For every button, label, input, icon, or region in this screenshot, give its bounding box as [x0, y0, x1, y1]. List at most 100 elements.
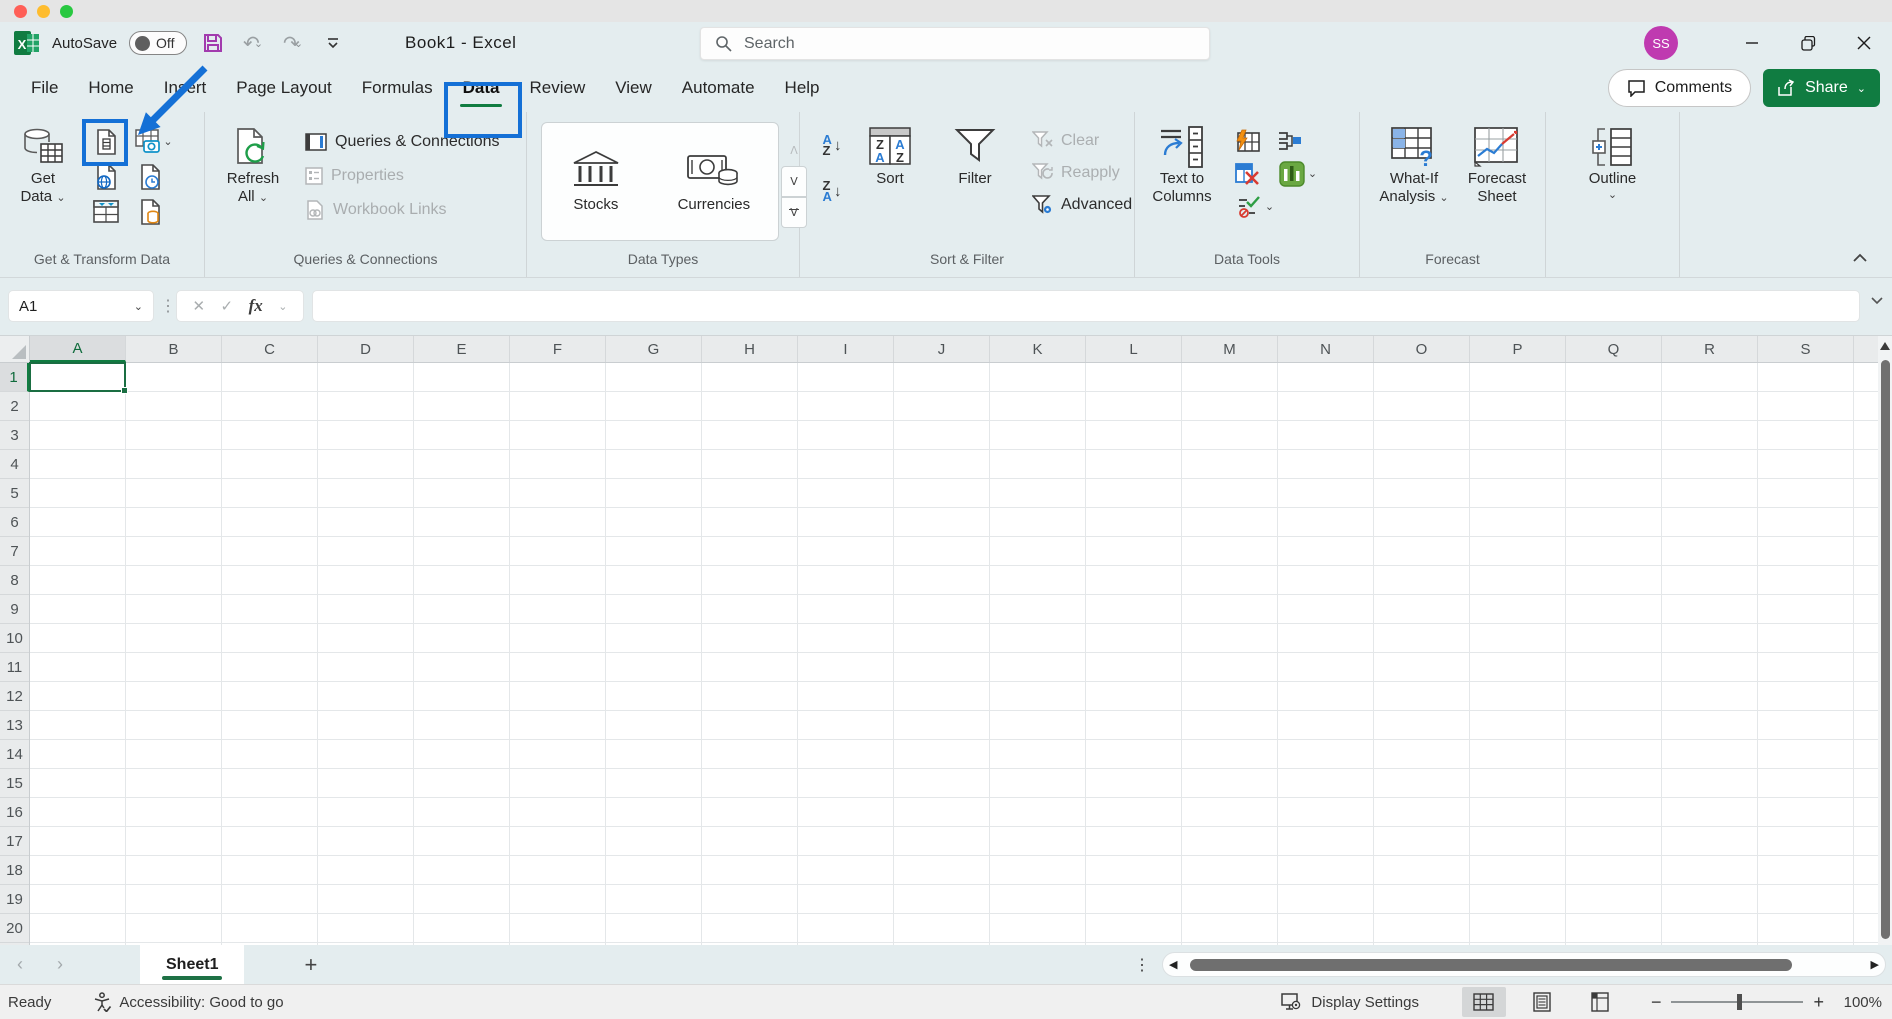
advanced-filter-button[interactable]: Advanced	[1032, 190, 1132, 220]
avatar[interactable]: SS	[1644, 26, 1678, 60]
customize-toolbar-button[interactable]	[319, 29, 347, 57]
filter-button[interactable]: Filter	[944, 124, 1006, 251]
existing-connections-button[interactable]	[134, 196, 166, 228]
sort-ascending-button[interactable]: AZ↓	[814, 128, 850, 162]
row-header-13[interactable]: 13	[0, 711, 29, 740]
column-header-P[interactable]: P	[1470, 336, 1566, 362]
tab-page-layout[interactable]: Page Layout	[221, 64, 346, 112]
column-header-F[interactable]: F	[510, 336, 606, 362]
cancel-entry-button[interactable]: ✕	[192, 297, 205, 315]
column-header-R[interactable]: R	[1662, 336, 1758, 362]
column-header-C[interactable]: C	[222, 336, 318, 362]
row-header-6[interactable]: 6	[0, 508, 29, 537]
from-table-range-button[interactable]	[90, 196, 122, 228]
row-header-9[interactable]: 9	[0, 595, 29, 624]
row-header-5[interactable]: 5	[0, 479, 29, 508]
column-header-B[interactable]: B	[126, 336, 222, 362]
tab-home[interactable]: Home	[73, 64, 148, 112]
display-settings-button[interactable]: Display Settings	[1281, 993, 1419, 1011]
forecast-sheet-button[interactable]: Forecast Sheet	[1462, 124, 1532, 251]
mac-zoom-icon[interactable]	[60, 5, 73, 18]
fill-handle[interactable]	[121, 387, 128, 394]
row-header-3[interactable]: 3	[0, 421, 29, 450]
zoom-slider[interactable]	[1671, 1001, 1803, 1003]
row-header-8[interactable]: 8	[0, 566, 29, 595]
excel-logo-icon[interactable]: X	[14, 30, 40, 56]
formula-input[interactable]	[312, 290, 1860, 322]
mac-minimize-icon[interactable]	[37, 5, 50, 18]
column-header-O[interactable]: O	[1374, 336, 1470, 362]
scroll-left-icon[interactable]: ◀	[1169, 958, 1177, 971]
column-header-J[interactable]: J	[894, 336, 990, 362]
column-header-Q[interactable]: Q	[1566, 336, 1662, 362]
accessibility-status[interactable]: Accessibility: Good to go	[93, 992, 283, 1012]
tab-file[interactable]: File	[16, 64, 73, 112]
workbook-links-button[interactable]: Workbook Links	[305, 194, 500, 226]
reapply-filter-button[interactable]: Reapply	[1032, 158, 1132, 188]
manage-data-model-button[interactable]: ⌄	[1273, 158, 1323, 190]
sort-descending-button[interactable]: ZA↓	[814, 174, 850, 208]
zoom-level[interactable]: 100%	[1834, 994, 1882, 1011]
row-header-11[interactable]: 11	[0, 653, 29, 682]
comments-button[interactable]: Comments	[1608, 69, 1751, 107]
tab-view[interactable]: View	[600, 64, 667, 112]
column-header-E[interactable]: E	[414, 336, 510, 362]
column-header-M[interactable]: M	[1182, 336, 1278, 362]
collapse-ribbon-button[interactable]	[1852, 253, 1868, 263]
horizontal-scroll-thumb[interactable]	[1190, 959, 1791, 971]
confirm-entry-button[interactable]: ✓	[221, 297, 234, 315]
insert-function-button[interactable]: fx	[249, 296, 263, 316]
scroll-right-icon[interactable]: ▶	[1871, 958, 1879, 971]
remove-duplicates-button[interactable]	[1231, 158, 1263, 190]
select-all-corner[interactable]	[0, 336, 30, 363]
add-sheet-button[interactable]: +	[304, 952, 317, 978]
row-header-10[interactable]: 10	[0, 624, 29, 653]
row-header-20[interactable]: 20	[0, 914, 29, 943]
row-header-18[interactable]: 18	[0, 856, 29, 885]
tab-automate[interactable]: Automate	[667, 64, 770, 112]
name-box[interactable]: A1 ⌄	[8, 290, 154, 322]
view-normal-button[interactable]	[1462, 987, 1506, 1017]
expand-formula-bar-button[interactable]	[1870, 296, 1884, 305]
undo-button[interactable]: ↶⌄	[239, 29, 267, 57]
redo-button[interactable]: ↷⌄	[279, 29, 307, 57]
horizontal-scrollbar[interactable]: ◀ ▶	[1162, 952, 1886, 977]
row-header-2[interactable]: 2	[0, 392, 29, 421]
currencies-button[interactable]: Currencies	[678, 150, 751, 213]
row-header-4[interactable]: 4	[0, 450, 29, 479]
kebab-menu-icon[interactable]: ⋮	[1134, 955, 1150, 975]
queries-connections-button[interactable]: Queries & Connections	[305, 126, 500, 158]
vertical-scrollbar[interactable]	[1878, 336, 1892, 945]
flash-fill-button[interactable]	[1231, 125, 1263, 157]
zoom-slider-thumb[interactable]	[1737, 994, 1742, 1010]
text-to-columns-button[interactable]: Text to Columns	[1147, 124, 1217, 251]
clear-filter-button[interactable]: Clear	[1032, 126, 1132, 156]
column-header-L[interactable]: L	[1086, 336, 1182, 362]
row-header-19[interactable]: 19	[0, 885, 29, 914]
sort-button[interactable]: ZAAZ Sort	[860, 124, 920, 251]
formula-bar-grip-icon[interactable]: ⋮	[160, 290, 176, 322]
mac-close-icon[interactable]	[14, 5, 27, 18]
next-sheet-button[interactable]: ›	[40, 954, 80, 975]
stocks-button[interactable]: Stocks	[570, 150, 622, 213]
row-header-16[interactable]: 16	[0, 798, 29, 827]
autosave-toggle[interactable]: Off	[129, 31, 187, 55]
tab-formulas[interactable]: Formulas	[347, 64, 448, 112]
tab-insert[interactable]: Insert	[149, 64, 222, 112]
close-button[interactable]	[1836, 22, 1892, 64]
share-button[interactable]: Share ⌄	[1763, 69, 1880, 107]
refresh-all-button[interactable]: Refresh All ⌄	[217, 124, 289, 251]
view-page-break-button[interactable]	[1578, 987, 1622, 1017]
search-input[interactable]: Search	[700, 27, 1210, 60]
view-page-layout-button[interactable]	[1520, 987, 1564, 1017]
column-header-G[interactable]: G	[606, 336, 702, 362]
row-header-14[interactable]: 14	[0, 740, 29, 769]
from-picture-button[interactable]: ⌄	[134, 126, 174, 158]
vertical-scroll-thumb[interactable]	[1881, 360, 1890, 939]
restore-button[interactable]	[1780, 22, 1836, 64]
recent-sources-button[interactable]	[134, 161, 166, 193]
row-header-7[interactable]: 7	[0, 537, 29, 566]
tab-review[interactable]: Review	[514, 64, 600, 112]
column-header-K[interactable]: K	[990, 336, 1086, 362]
row-header-15[interactable]: 15	[0, 769, 29, 798]
